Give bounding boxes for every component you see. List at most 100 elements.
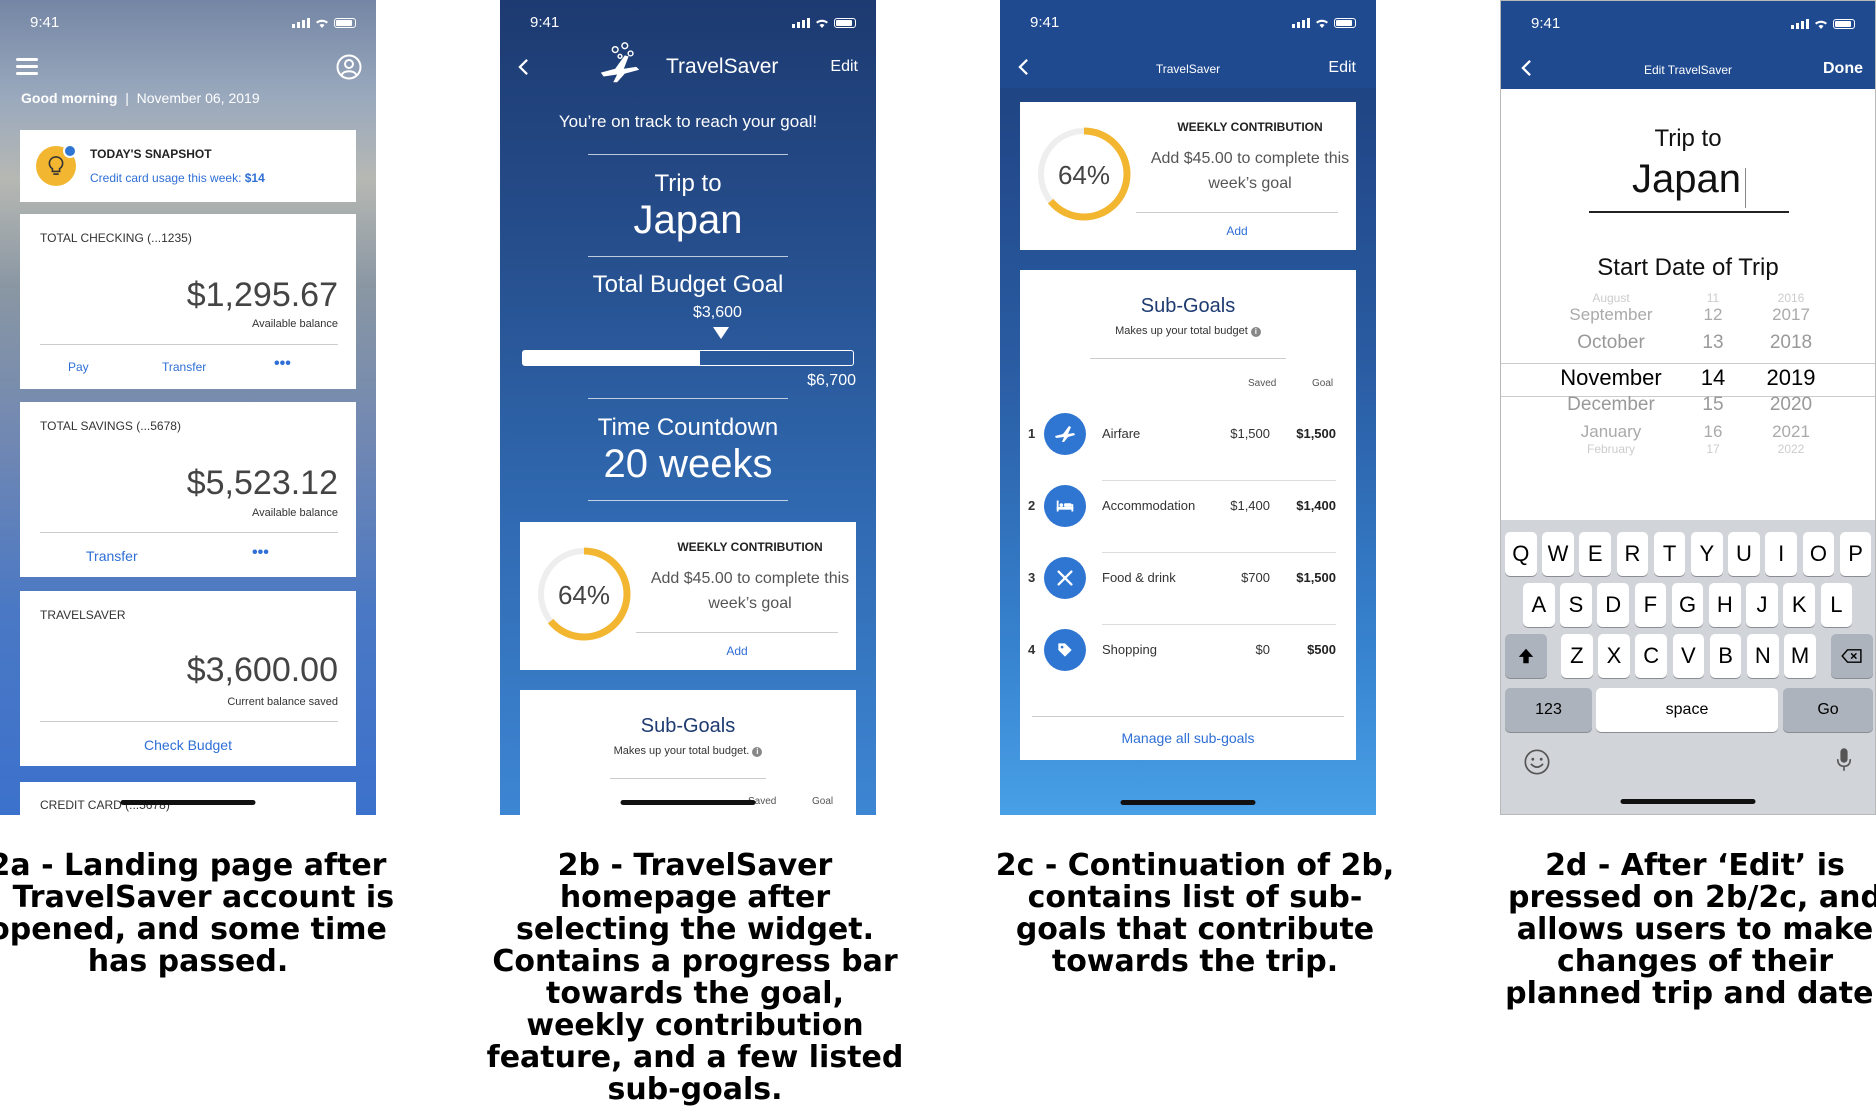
subgoal-name: Airfare: [1102, 426, 1141, 441]
emoji-icon[interactable]: [1523, 748, 1551, 776]
back-chevron-icon[interactable]: [518, 58, 529, 76]
battery-icon: [834, 17, 856, 28]
subgoal-number: 1: [1028, 426, 1036, 441]
key-a[interactable]: A: [1523, 583, 1555, 627]
saved-header: Saved: [1248, 378, 1277, 389]
key-q[interactable]: Q: [1505, 532, 1537, 576]
subgoal-row[interactable]: 1 Airfare $1,500 $1,500: [1020, 404, 1356, 464]
key-w[interactable]: W: [1542, 532, 1574, 576]
divider-line: [40, 721, 338, 722]
key-m[interactable]: M: [1784, 634, 1816, 678]
caption-2c: 2c - Continuation of 2b, contains list o…: [995, 848, 1395, 979]
microphone-icon[interactable]: [1835, 746, 1853, 774]
manage-subgoals-link[interactable]: Manage all sub-goals: [1020, 730, 1356, 746]
space-key[interactable]: space: [1596, 688, 1778, 732]
goal-header: Goal: [812, 796, 834, 807]
picker-year-column[interactable]: 2016 2017 2018 2019 2020 2021 2022: [1751, 291, 1831, 456]
budget-total: $6,700: [807, 372, 856, 389]
key-v[interactable]: V: [1672, 634, 1705, 678]
info-icon[interactable]: i: [752, 747, 763, 757]
key-z[interactable]: Z: [1561, 634, 1593, 678]
key-k[interactable]: K: [1783, 583, 1815, 627]
edit-button[interactable]: Edit: [830, 58, 858, 76]
key-p[interactable]: P: [1839, 532, 1872, 576]
snapshot-text-line: Credit card usage this week: $14: [90, 171, 265, 185]
add-contribution-button[interactable]: Add: [1136, 224, 1338, 238]
key-i[interactable]: I: [1765, 532, 1797, 576]
shift-key[interactable]: [1505, 634, 1547, 678]
key-l[interactable]: L: [1820, 583, 1853, 627]
key-o[interactable]: O: [1802, 532, 1835, 576]
savings-card[interactable]: TOTAL SAVINGS (...5678) $5,523.12 Availa…: [20, 402, 356, 577]
divider-line: [610, 778, 766, 779]
subgoal-name: Shopping: [1102, 642, 1157, 657]
credit-card-card[interactable]: CREDIT CARD (...5678): [20, 782, 356, 815]
backspace-key[interactable]: [1831, 634, 1873, 678]
more-options-button[interactable]: •••: [274, 355, 291, 373]
wifi-icon: [1316, 19, 1328, 28]
key-g[interactable]: G: [1671, 583, 1704, 627]
home-indicator: [620, 800, 756, 805]
subgoal-row[interactable]: 3 Food & drink $700 $1,500: [1020, 548, 1356, 608]
savings-balance: $5,523.12: [186, 464, 338, 502]
key-b[interactable]: B: [1709, 634, 1742, 678]
key-u[interactable]: U: [1728, 532, 1760, 576]
menu-icon[interactable]: [16, 58, 38, 75]
subgoal-goal: $1,400: [1296, 498, 1336, 513]
budget-progress-bar: [522, 350, 854, 366]
key-t[interactable]: T: [1653, 532, 1686, 576]
key-e[interactable]: E: [1579, 532, 1611, 576]
picker-option: 2022: [1777, 442, 1805, 456]
key-c[interactable]: C: [1635, 634, 1667, 678]
status-bar: 9:41: [1501, 15, 1875, 35]
progress-marker: [713, 327, 729, 339]
destination: Japan: [633, 198, 743, 242]
go-key[interactable]: Go: [1783, 688, 1873, 732]
key-x[interactable]: X: [1598, 634, 1630, 678]
divider-line: [1032, 716, 1344, 717]
key-s[interactable]: S: [1560, 583, 1592, 627]
picker-option: 17: [1706, 442, 1720, 456]
status-time: 9:41: [1030, 14, 1060, 31]
battery-icon: [1334, 17, 1356, 28]
done-button[interactable]: Done: [1823, 60, 1863, 78]
picker-month-column[interactable]: August September October November Decemb…: [1541, 291, 1681, 456]
edit-button[interactable]: Edit: [1328, 59, 1356, 77]
key-d[interactable]: D: [1597, 583, 1629, 627]
status-bar: 9:41: [1000, 14, 1376, 34]
subgoal-row[interactable]: 2 Accommodation $1,400 $1,400: [1020, 476, 1356, 536]
subgoals-title: Sub-Goals: [640, 715, 736, 737]
travelsaver-card[interactable]: TRAVELSAVER $3,600.00 Current balance sa…: [20, 591, 356, 766]
picker-option-selected: 2019: [1766, 365, 1816, 390]
pay-button[interactable]: Pay: [68, 360, 89, 374]
check-budget-button[interactable]: Check Budget: [20, 737, 356, 753]
profile-icon[interactable]: [336, 54, 362, 80]
weekly-text: Add $45.00 to complete this week’s goal: [650, 570, 850, 612]
picker-day-column[interactable]: 11 12 13 14 15 16 17: [1683, 291, 1743, 456]
key-h[interactable]: H: [1709, 583, 1741, 627]
subgoal-number: 2: [1028, 498, 1036, 513]
savings-more-button[interactable]: •••: [252, 544, 269, 562]
transfer-button[interactable]: Transfer: [162, 360, 206, 374]
key-j[interactable]: J: [1746, 583, 1778, 627]
snapshot-card[interactable]: TODAY'S SNAPSHOT Credit card usage this …: [20, 130, 356, 202]
info-icon[interactable]: i: [1250, 327, 1261, 337]
divider-line: [1136, 212, 1338, 213]
checking-card[interactable]: TOTAL CHECKING (...1235) $1,295.67 Avail…: [20, 214, 356, 389]
divider: |: [121, 90, 133, 106]
savings-transfer-button[interactable]: Transfer: [86, 548, 138, 564]
subgoal-name: Accommodation: [1102, 498, 1196, 513]
home-indicator: [1620, 799, 1756, 804]
greeting: Good morning: [21, 90, 118, 106]
date-picker[interactable]: August September October November Decemb…: [1501, 291, 1875, 471]
destination-input[interactable]: Japan: [1589, 157, 1789, 213]
key-y[interactable]: Y: [1691, 532, 1723, 576]
numbers-key[interactable]: 123: [1505, 688, 1592, 732]
key-r[interactable]: R: [1616, 532, 1649, 576]
key-n[interactable]: N: [1747, 634, 1779, 678]
weekly-contribution-card: 64% WEEKLY CONTRIBUTION Add $45.00 to co…: [520, 522, 856, 670]
add-contribution-button[interactable]: Add: [636, 644, 838, 658]
subgoal-row[interactable]: 4 Shopping $0 $500: [1020, 620, 1356, 680]
key-f[interactable]: F: [1634, 583, 1667, 627]
keyboard: QWERTYUIOP ASDFGHJKL ZXCVBNM 123 space G…: [1501, 520, 1875, 814]
